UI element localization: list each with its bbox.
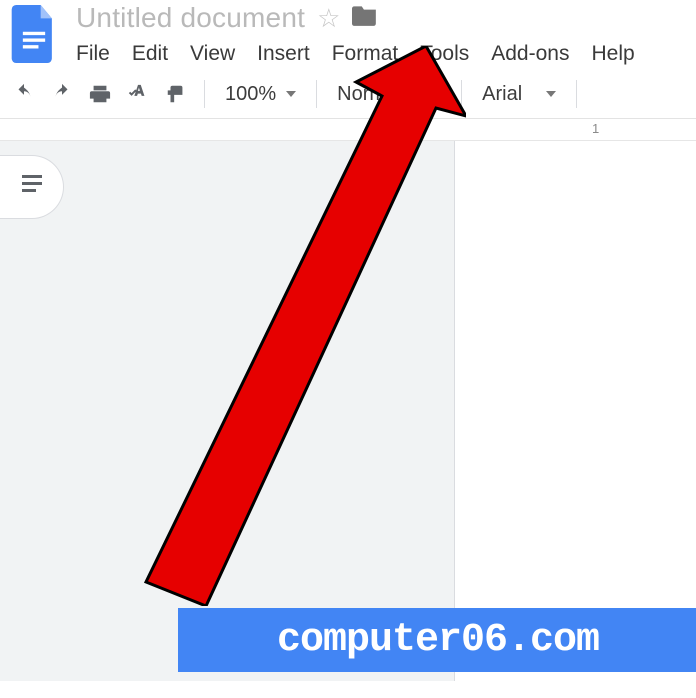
paint-format-button[interactable] [160, 80, 192, 108]
separator [461, 80, 462, 108]
watermark: computer06.com [178, 608, 696, 672]
print-button[interactable] [84, 80, 116, 108]
separator [204, 80, 205, 108]
toolbar: 100% Normal Arial [0, 68, 696, 119]
menu-addons[interactable]: Add-ons [491, 40, 569, 68]
ruler-mark-1: 1 [592, 121, 599, 136]
font-value: Arial [482, 83, 522, 106]
zoom-value: 100% [225, 83, 276, 106]
redo-button[interactable] [46, 80, 78, 108]
document-title[interactable]: Untitled document [76, 2, 305, 34]
undo-button[interactable] [8, 80, 40, 108]
menu-help[interactable]: Help [591, 40, 634, 68]
document-page[interactable] [454, 141, 696, 681]
menu-edit[interactable]: Edit [132, 40, 168, 68]
caret-icon [431, 91, 441, 97]
document-canvas [0, 141, 696, 681]
docs-logo[interactable] [6, 6, 62, 62]
menu-tools[interactable]: Tools [420, 40, 469, 68]
ruler: 1 [0, 119, 696, 141]
font-dropdown[interactable]: Arial [474, 83, 564, 106]
watermark-text: computer06.com [277, 618, 599, 663]
menu-insert[interactable]: Insert [257, 40, 310, 68]
separator [576, 80, 577, 108]
menu-file[interactable]: File [76, 40, 110, 68]
menu-view[interactable]: View [190, 40, 235, 68]
spellcheck-button[interactable] [122, 80, 154, 108]
style-dropdown[interactable]: Normal [329, 83, 449, 106]
caret-icon [286, 91, 296, 97]
folder-icon[interactable] [352, 4, 378, 33]
menu-format[interactable]: Format [332, 40, 399, 68]
zoom-dropdown[interactable]: 100% [217, 83, 304, 106]
menu-bar: File Edit View Insert Format Tools Add-o… [76, 40, 635, 68]
outline-icon [20, 173, 44, 202]
separator [316, 80, 317, 108]
star-icon[interactable]: ☆ [317, 3, 340, 34]
style-value: Normal [337, 83, 401, 106]
caret-icon [546, 91, 556, 97]
outline-toggle[interactable] [0, 155, 64, 219]
